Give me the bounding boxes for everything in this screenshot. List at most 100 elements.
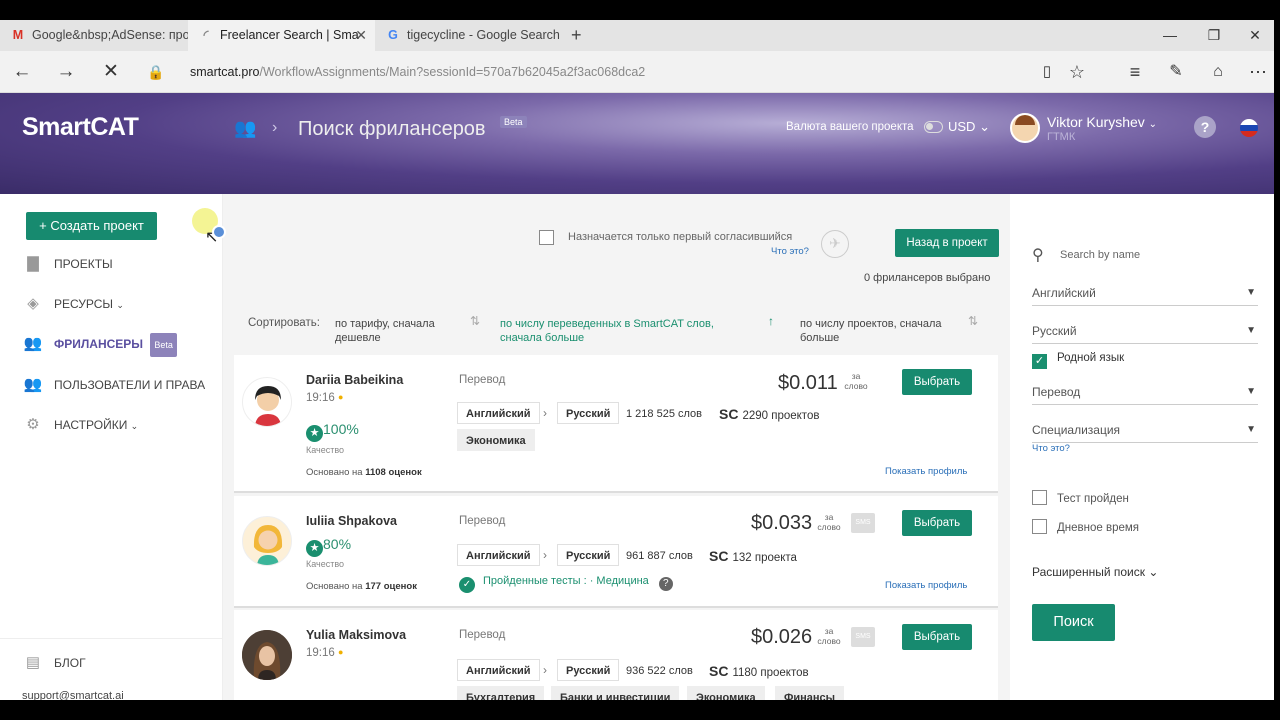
freelancer-name[interactable]: Iuliia Shpakova — [306, 514, 397, 528]
currency-select[interactable]: USD ⌄ — [948, 119, 990, 135]
sort-arrows-icon[interactable]: ⇅ — [470, 314, 480, 328]
forward-arrow-icon[interactable]: → — [46, 51, 86, 93]
people-icon[interactable]: 👥 — [234, 118, 256, 139]
more-icon[interactable]: ⋯ — [1240, 51, 1274, 93]
whats-this-link[interactable]: Что это? — [1032, 443, 1070, 454]
chevron-down-icon: ⌄ — [1148, 565, 1159, 579]
hub-icon[interactable]: ≡ — [1117, 51, 1153, 93]
stop-icon[interactable]: ✕ — [91, 51, 131, 93]
create-project-button[interactable]: + Создать проект — [26, 212, 157, 240]
select-freelancer-button[interactable]: Выбрать — [902, 369, 972, 395]
select-freelancer-button[interactable]: Выбрать — [902, 510, 972, 536]
russian-flag-icon[interactable] — [1240, 119, 1258, 137]
smartcat-sc-icon: SC — [709, 663, 729, 679]
sidebar-item-settings[interactable]: ⚙ НАСТРОЙКИ ⌄ — [22, 414, 138, 436]
sidebar-item-freelancers[interactable]: 👥 ФРИЛАНСЕРЫ Beta — [22, 333, 177, 357]
sort-by-words[interactable]: по числу переведенных в SmartCAT слов, сн… — [500, 317, 714, 345]
advanced-search-toggle[interactable]: Расширенный поиск ⌄ — [1032, 565, 1158, 579]
quality-label: Качество — [306, 559, 345, 569]
tab-adsense[interactable]: M Google&nbsp;AdSense: про — [0, 20, 188, 51]
minimize-icon[interactable]: — — [1148, 20, 1192, 51]
service-select[interactable]: Перевод ▼ — [1032, 381, 1258, 405]
search-button[interactable]: Поиск — [1032, 604, 1115, 641]
tab-freelancer-search[interactable]: ◜ Freelancer Search | Sma ✕ — [188, 20, 375, 51]
address-bar: ← → ✕ 🔒 smartcat.pro/WorkflowAssignments… — [0, 51, 1274, 93]
price-per-word: $0.033 — [751, 512, 813, 534]
tab-bar: M Google&nbsp;AdSense: про ◜ Freelancer Se… — [0, 20, 1274, 51]
currency-toggle[interactable] — [924, 121, 943, 133]
favorite-star-icon[interactable]: ☆ — [1059, 51, 1095, 93]
support-email[interactable]: support@smartcat.ai — [22, 690, 124, 700]
currency-label: Валюта вашего проекта — [786, 121, 914, 133]
caret-down-icon: ▼ — [1246, 287, 1256, 298]
show-profile-link[interactable]: Показать профиль — [885, 466, 967, 477]
tab-google-search[interactable]: Gtigecycline - Google Search — [375, 20, 563, 51]
check-icon: ✓ — [1032, 354, 1047, 369]
smartcat-sc-icon: SC — [719, 406, 739, 422]
close-window-icon[interactable]: ✕ — [1236, 20, 1274, 51]
web-note-icon[interactable]: ✎ — [1158, 51, 1194, 93]
specialization-tag: Банки и инвестиции — [551, 686, 680, 700]
close-tab-icon[interactable]: ✕ — [355, 20, 367, 51]
browser-window: M Google&nbsp;AdSense: про ◜ Freelancer Se… — [0, 20, 1274, 700]
user-avatar[interactable] — [1010, 113, 1040, 143]
projects-count: SC 132 проекта — [709, 548, 797, 564]
assign-first-checkbox[interactable] — [539, 230, 554, 245]
back-arrow-icon[interactable]: ← — [2, 51, 42, 93]
app-header: SmartCAT 👥 › Поиск фрилансеров Beta Валю… — [0, 93, 1274, 194]
online-dot-icon: ● — [337, 392, 344, 402]
avatar[interactable] — [242, 630, 292, 680]
sms-icon: SMS — [851, 627, 875, 647]
select-freelancer-button[interactable]: Выбрать — [902, 624, 972, 650]
freelancer-card: Iuliia Shpakova ★ 80% Качество Основано н… — [234, 496, 998, 608]
words-count: 961 887 слов — [626, 550, 693, 562]
smartcat-sc-icon: SC — [709, 548, 729, 564]
user-name[interactable]: Viktor Kuryshev ⌄ — [1047, 114, 1157, 130]
sidebar-item-projects[interactable]: ▇ ПРОЕКТЫ — [22, 253, 112, 275]
show-profile-link[interactable]: Показать профиль — [885, 580, 967, 591]
service-type: Перевод — [459, 629, 506, 641]
native-language-checkbox[interactable]: ✓ Родной язык — [1032, 352, 1124, 369]
freelancer-name[interactable]: Yulia Maksimova — [306, 628, 406, 642]
avatar[interactable] — [242, 516, 292, 566]
source-language: Английский — [457, 544, 540, 566]
arrow-right-icon: › — [543, 406, 547, 420]
projects-count: SC 2290 проектов — [719, 406, 820, 422]
source-language: Английский — [457, 659, 540, 681]
target-language: Русский — [557, 402, 620, 424]
sort-by-rate[interactable]: по тарифу, сначала дешевле — [335, 317, 435, 345]
logo[interactable]: SmartCAT — [22, 113, 139, 142]
help-icon[interactable]: ? — [1194, 116, 1216, 138]
chevron-down-icon: ⌄ — [130, 421, 139, 431]
whats-this-link[interactable]: Что это? — [771, 246, 809, 257]
help-icon[interactable]: ? — [658, 577, 673, 591]
avatar[interactable] — [242, 377, 292, 427]
sort-by-projects[interactable]: по числу проектов, сначала больше — [800, 317, 942, 345]
new-tab-button[interactable]: + — [563, 20, 593, 51]
back-to-project-button[interactable]: Назад в проект — [895, 229, 999, 257]
sidebar-item-resources[interactable]: ◈ РЕСУРСЫ ⌄ — [22, 293, 124, 315]
restore-icon[interactable]: ❐ — [1192, 20, 1236, 51]
test-passed-checkbox[interactable]: Тест пройден — [1032, 490, 1129, 505]
sort-arrows-icon[interactable]: ⇅ — [968, 314, 978, 328]
sidebar-item-users-rights[interactable]: 👥 ПОЛЬЗОВАТЕЛИ И ПРАВА — [22, 374, 205, 396]
search-by-name-input[interactable]: ⚲ Search by name — [1032, 246, 1256, 266]
target-language-select[interactable]: Русский ▼ — [1032, 320, 1258, 344]
specialization-tag: Экономика — [457, 429, 535, 451]
specialization-tag: Финансы — [775, 686, 845, 700]
caret-down-icon: ▼ — [1246, 325, 1256, 336]
url-field[interactable]: smartcat.pro/WorkflowAssignments/Main?se… — [190, 51, 645, 93]
passed-tests: ✓ Пройденные тесты : · Медицина? — [459, 575, 673, 593]
sort-arrow-up-icon[interactable]: ↑ — [768, 314, 774, 328]
sidebar-item-blog[interactable]: ▤ БЛОГ — [22, 652, 86, 674]
freelancer-name[interactable]: Dariia Babeikina — [306, 373, 403, 387]
arrow-right-icon: › — [543, 663, 547, 677]
specialization-tag: Экономика — [687, 686, 765, 700]
projects-count: SC 1180 проектов — [709, 663, 809, 679]
share-icon[interactable]: ⌂ — [1200, 51, 1236, 93]
google-icon: G — [388, 28, 398, 42]
folder-icon: ▇ — [27, 255, 39, 272]
source-language-select[interactable]: Английский ▼ — [1032, 282, 1258, 306]
daytime-checkbox[interactable]: Дневное время — [1032, 519, 1139, 534]
specialization-select[interactable]: Специализация ▼ — [1032, 419, 1258, 443]
